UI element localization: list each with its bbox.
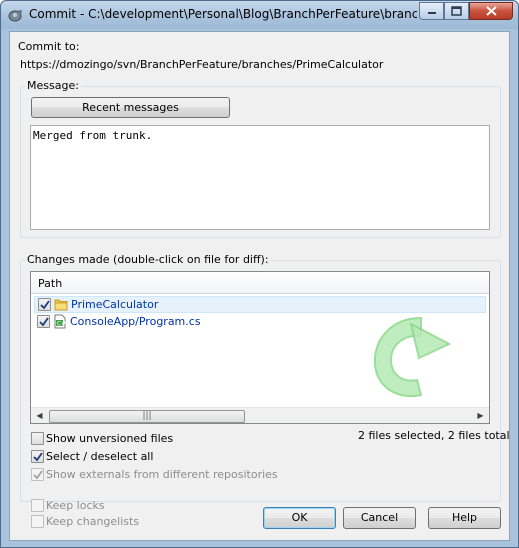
- keep-locks-checkbox: [31, 499, 44, 512]
- title-bar[interactable]: Commit - C:\development\Personal\Blog\Br…: [1, 1, 518, 29]
- minimize-icon: [427, 12, 436, 14]
- files-status: 2 files selected, 2 files total: [358, 429, 510, 442]
- scroll-left-icon[interactable]: ◀: [31, 408, 48, 423]
- close-icon: [485, 6, 497, 16]
- column-header-path[interactable]: Path: [38, 277, 62, 290]
- dialog-body: Commit to: https://dmozingo/svn/BranchPe…: [9, 31, 510, 541]
- scroll-thumb[interactable]: |||: [49, 410, 245, 423]
- select-all-label[interactable]: Select / deselect all: [46, 450, 153, 463]
- file-checkbox[interactable]: [37, 315, 50, 328]
- cancel-button[interactable]: Cancel: [343, 507, 416, 529]
- message-group-label: Message:: [25, 79, 81, 92]
- maximize-icon: [451, 6, 462, 16]
- window-title: Commit - C:\development\Personal\Blog\Br…: [29, 7, 417, 21]
- show-externals-checkbox: [31, 468, 44, 481]
- show-unversioned-checkbox[interactable]: [31, 432, 44, 445]
- list-header: Path: [31, 272, 489, 294]
- checkmark-icon: [33, 452, 43, 462]
- ok-button[interactable]: OK: [263, 507, 336, 529]
- show-externals-label: Show externals from different repositori…: [46, 468, 278, 481]
- checkmark-icon: [33, 470, 43, 480]
- file-checkbox[interactable]: [38, 298, 51, 311]
- file-path[interactable]: ConsoleApp/Program.cs: [70, 315, 201, 328]
- changes-list[interactable]: Path PrimeCalculator C# ConsoleApp/Progr…: [30, 271, 490, 424]
- keep-changelists-checkbox: [31, 515, 44, 528]
- tortoisesvn-icon: [7, 7, 23, 23]
- maximize-button[interactable]: [444, 2, 469, 20]
- folder-icon: [54, 299, 68, 311]
- file-path[interactable]: PrimeCalculator: [71, 298, 158, 311]
- commit-to-url: https://dmozingo/svn/BranchPerFeature/br…: [20, 58, 384, 71]
- close-button[interactable]: [469, 2, 513, 20]
- help-button[interactable]: Help: [428, 507, 501, 529]
- recent-messages-button[interactable]: Recent messages: [31, 97, 230, 118]
- csharp-file-icon: C#: [54, 314, 66, 329]
- checkmark-icon: [39, 317, 49, 327]
- horizontal-scrollbar[interactable]: ◀ ||| ▶: [31, 407, 489, 423]
- list-item[interactable]: C# ConsoleApp/Program.cs: [34, 314, 486, 331]
- select-all-checkbox[interactable]: [31, 450, 44, 463]
- commit-to-label: Commit to:: [18, 40, 80, 53]
- list-item[interactable]: PrimeCalculator: [34, 296, 486, 313]
- checkmark-icon: [40, 300, 50, 310]
- keep-locks-label: Keep locks: [46, 499, 105, 512]
- keep-changelists-label: Keep changelists: [46, 515, 140, 528]
- show-unversioned-label[interactable]: Show unversioned files: [46, 432, 173, 445]
- minimize-button[interactable]: [419, 2, 444, 20]
- scroll-right-icon[interactable]: ▶: [472, 408, 489, 423]
- message-textbox[interactable]: Merged from trunk.: [30, 125, 490, 230]
- changes-group-label: Changes made (double-click on file for d…: [25, 253, 271, 266]
- svg-text:C#: C#: [57, 321, 66, 328]
- commit-dialog: Commit - C:\development\Personal\Blog\Br…: [0, 0, 519, 548]
